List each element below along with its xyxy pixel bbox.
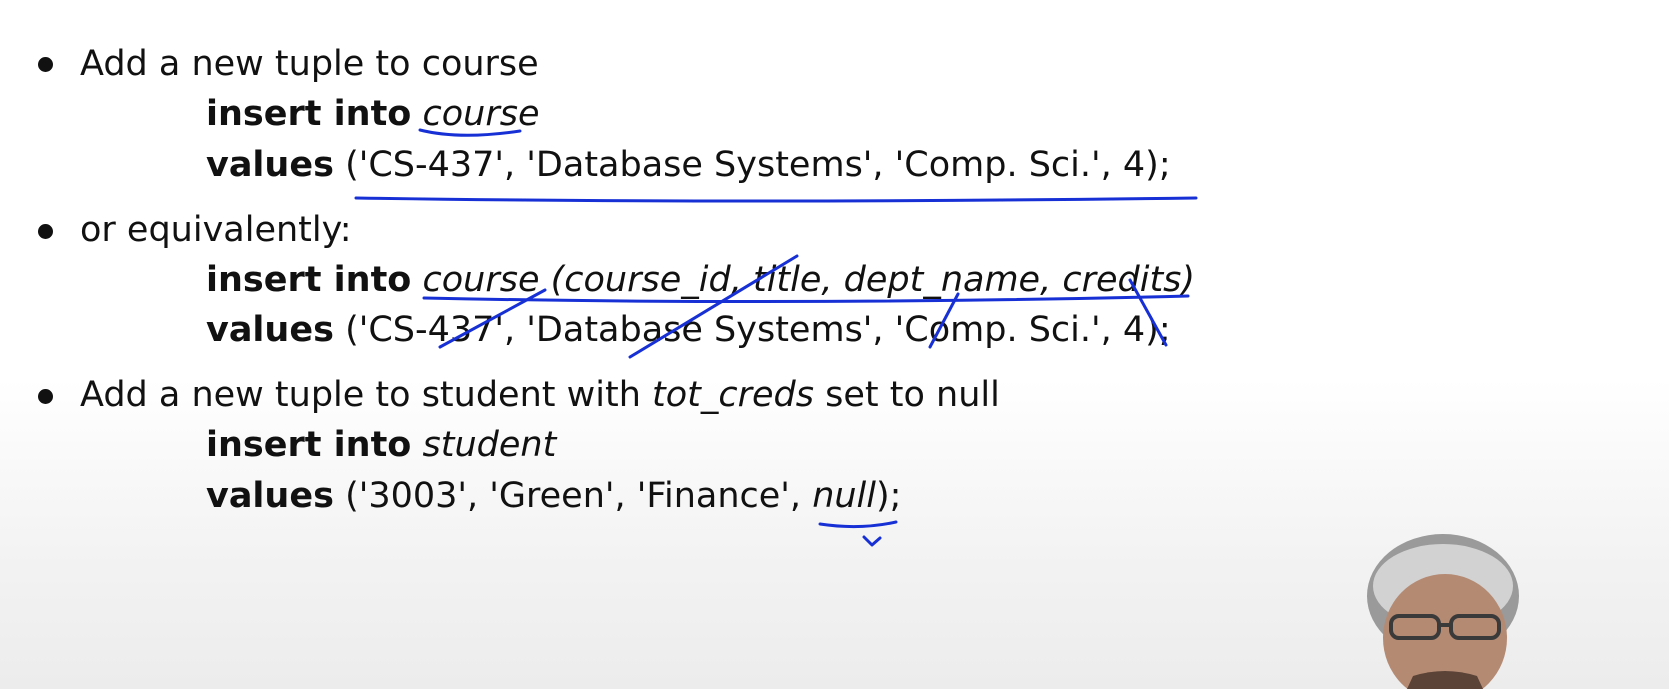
table-name: student: [422, 425, 557, 465]
query-1-line-2: values ('CS-437', 'Database Systems', 'C…: [206, 143, 1171, 187]
values-list: ('CS-437', 'Database Systems', 'Comp. Sc…: [345, 145, 1171, 185]
query-2-line-2: values ('CS-437', 'Database Systems', 'C…: [206, 308, 1171, 352]
query-3-line-1: insert into student: [206, 423, 556, 467]
sql-keyword: insert into: [206, 425, 412, 465]
text-segment: set to null: [825, 375, 1000, 415]
query-1-line-1: insert into course: [206, 92, 540, 136]
bullet-marker: [38, 224, 53, 239]
sql-keyword: insert into: [206, 94, 412, 134]
bullet-2-text: or equivalently:: [80, 210, 352, 250]
query-3-line-2: values ('3003', 'Green', 'Finance', null…: [206, 474, 901, 518]
bullet-marker: [38, 57, 53, 72]
sql-keyword: values: [206, 145, 334, 185]
presenter-video: [1367, 534, 1519, 689]
slide: Add a new tuple to course insert into co…: [0, 0, 1669, 689]
column-name: tot_creds: [652, 375, 814, 415]
ink-check-mark: [862, 535, 882, 547]
values-list: ('CS-437', 'Database Systems', 'Comp. Sc…: [345, 310, 1171, 350]
table-and-columns: course (course_id, title, dept_name, cre…: [422, 260, 1196, 300]
bullet-3-text: Add a new tuple to student with tot_cred…: [80, 373, 1000, 417]
sql-keyword: insert into: [206, 260, 412, 300]
sql-keyword: values: [206, 476, 334, 516]
ink-underline-null: [818, 520, 898, 529]
values-list: ('3003', 'Green', 'Finance',: [345, 476, 802, 516]
null-value: null: [812, 476, 877, 516]
sql-keyword: values: [206, 310, 334, 350]
query-2-line-1: insert into course (course_id, title, de…: [206, 258, 1195, 302]
bullet-1-text: Add a new tuple to course: [80, 44, 539, 84]
ink-underline-values: [354, 196, 1198, 203]
table-name: course: [422, 94, 540, 134]
bullet-marker: [38, 389, 53, 404]
text-segment: Add a new tuple to student with: [80, 375, 641, 415]
values-list-end: );: [876, 476, 902, 516]
